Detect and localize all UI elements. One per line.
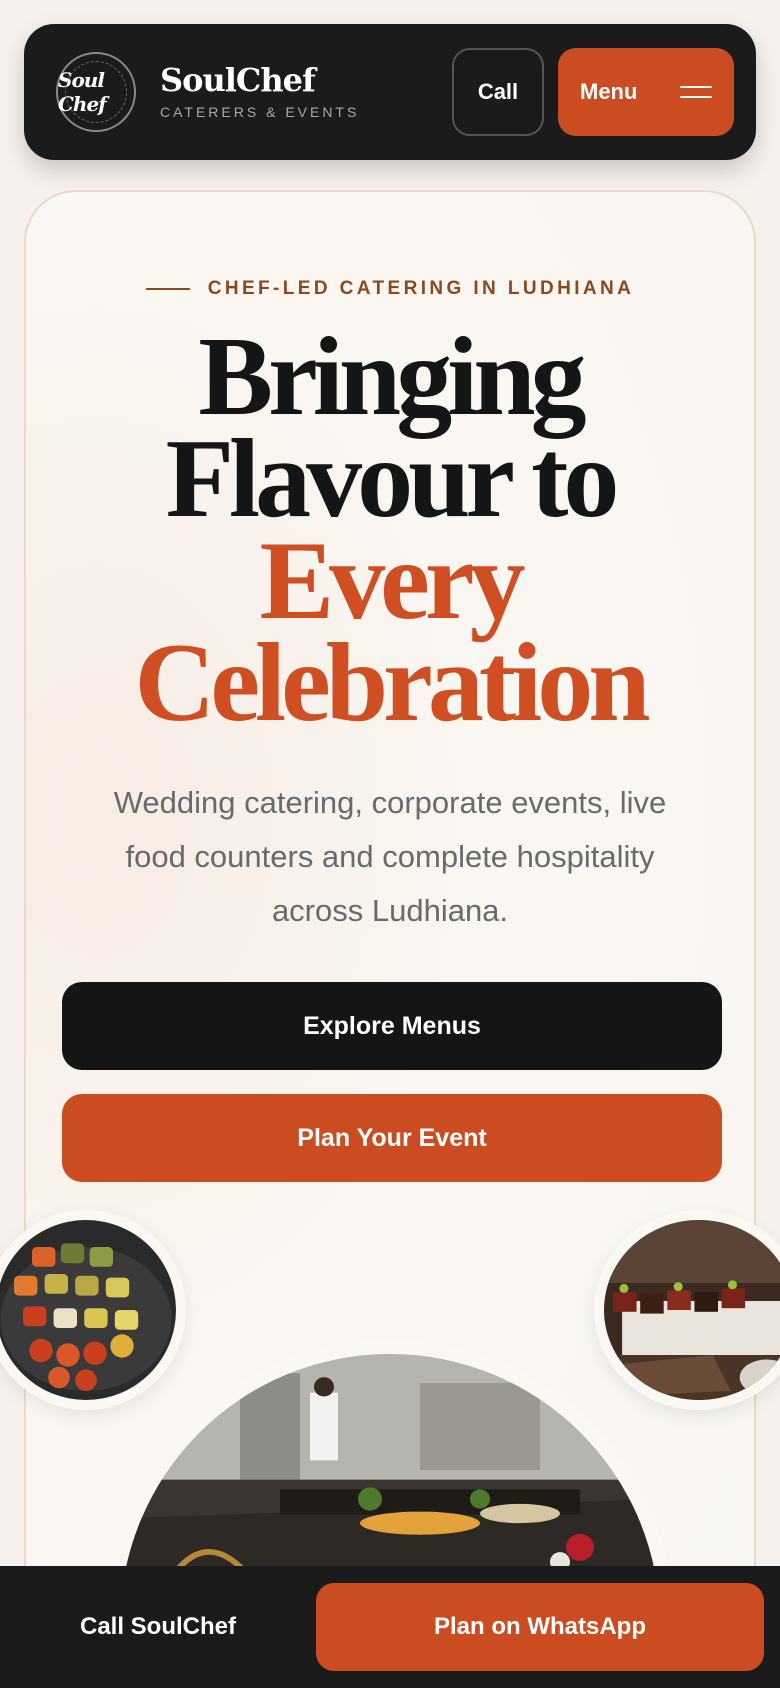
call-button[interactable]: Call xyxy=(452,48,544,136)
site-header: Soul Chef SoulChef CATERERS & EVENTS Cal… xyxy=(24,24,756,160)
brand-tagline: CATERERS & EVENTS xyxy=(160,103,360,120)
plan-event-button[interactable]: Plan Your Event xyxy=(62,1094,722,1182)
menu-label: Menu xyxy=(580,79,638,104)
hero-subtitle: Wedding catering, corporate events, live… xyxy=(113,785,667,928)
hamburger-icon xyxy=(680,86,712,98)
plan-on-whatsapp-button[interactable]: Plan on WhatsApp xyxy=(316,1583,764,1671)
hero-eyebrow: CHEF-LED CATERING IN LUDHIANA xyxy=(26,278,754,300)
logo-ring xyxy=(65,61,127,123)
menu-button[interactable]: Menu xyxy=(558,48,734,136)
explore-menus-button[interactable]: Explore Menus xyxy=(62,982,722,1070)
bottom-action-bar: Call SoulChef Plan on WhatsApp xyxy=(0,1566,780,1688)
call-soulchef-button[interactable]: Call SoulChef xyxy=(0,1613,316,1641)
hero-headline: Bringing Flavour to Every Celebration xyxy=(26,315,754,745)
eyebrow-text: CHEF-LED CATERING IN LUDHIANA xyxy=(207,278,635,299)
soulchef-logo[interactable]: Soul Chef xyxy=(56,52,136,132)
eyebrow-line xyxy=(145,288,190,290)
header-actions: Call Menu xyxy=(452,48,734,136)
headline-line-1: Bringing xyxy=(198,315,586,439)
headline-line-3: Every xyxy=(259,519,525,643)
headline-line-2: Flavour to xyxy=(165,417,620,541)
headline-line-4: Celebration xyxy=(134,621,650,745)
brand[interactable]: SoulChef CATERERS & EVENTS xyxy=(160,64,359,120)
brand-name: SoulChef xyxy=(160,61,316,100)
